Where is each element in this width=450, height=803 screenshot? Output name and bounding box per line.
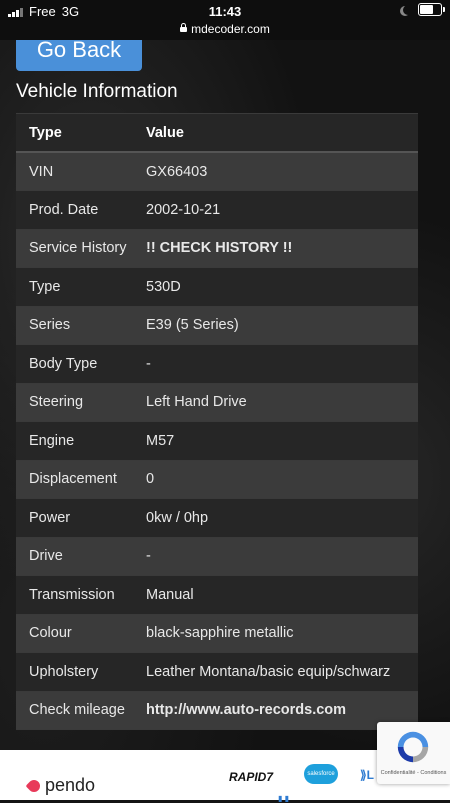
row-type-cell: Power <box>16 498 138 538</box>
table-row: Check mileage http://www.auto-records.com <box>16 690 418 730</box>
row-type-cell: Series <box>16 305 138 345</box>
table-row: VIN GX66403 <box>16 151 418 191</box>
row-value-cell: Leather Montana/basic equip/schwarz <box>138 652 418 692</box>
address-bar[interactable]: mdecoder.com <box>0 22 450 40</box>
row-value-cell: 0 <box>138 459 418 499</box>
table-row: Service History!! CHECK HISTORY !! <box>16 228 418 268</box>
status-time: 11:43 <box>208 4 242 19</box>
table-row: Upholstery Leather Montana/basic equip/sc… <box>16 652 418 692</box>
table-row: Displacement 0 <box>16 459 418 499</box>
row-value-cell: 2002-10-21 <box>138 190 418 230</box>
row-value-cell: E39 (5 Series) <box>138 305 418 345</box>
row-value-cell: - <box>138 344 418 384</box>
check-history-warning: !! CHECK HISTORY !! <box>138 228 418 268</box>
row-value-cell: GX66403 <box>138 151 418 191</box>
battery-icon <box>418 3 445 16</box>
row-value-cell: 530D <box>138 267 418 307</box>
pendo-logo[interactable]: pendo <box>25 775 95 796</box>
row-type-cell: Steering <box>16 382 138 422</box>
column-header-value: Value <box>138 113 418 153</box>
partner-logo-partial: ▮ ▮ <box>278 794 290 803</box>
table-row: Power 0kw / 0hp <box>16 498 418 538</box>
recaptcha-icon <box>397 731 429 763</box>
page-title: Vehicle Information <box>16 81 178 102</box>
row-type-cell: Engine <box>16 421 138 461</box>
row-value-cell: 0kw / 0hp <box>138 498 418 538</box>
row-type-cell: Body Type <box>16 344 138 384</box>
row-value-cell: black-sapphire metallic <box>138 613 418 653</box>
vehicle-info-table: Type Value VIN GX66403 Prod. Date 2002-10-2… <box>16 113 418 730</box>
row-value-cell: M57 <box>138 421 418 461</box>
moon-icon <box>403 5 413 15</box>
row-value-cell: Manual <box>138 575 418 615</box>
row-type-cell: Prod. Date <box>16 190 138 230</box>
table-row: Type 530D <box>16 267 418 307</box>
salesforce-logo[interactable]: salesforce <box>304 764 338 784</box>
table-row: Drive - <box>16 536 418 576</box>
row-type-cell: VIN <box>16 151 138 191</box>
row-type-cell: Displacement <box>16 459 138 499</box>
recaptcha-badge[interactable]: Confidentialité - Conditions <box>377 722 450 784</box>
row-type-cell: Colour <box>16 613 138 653</box>
table-row: Colour black-sapphire metallic <box>16 613 418 653</box>
check-mileage-link[interactable]: http://www.auto-records.com <box>138 690 418 730</box>
table-row: Steering Left Hand Drive <box>16 382 418 422</box>
row-type-cell: Upholstery <box>16 652 138 692</box>
table-header-row: Type Value <box>16 113 418 153</box>
pendo-mark-icon <box>25 777 43 794</box>
table-row: Transmission Manual <box>16 575 418 615</box>
row-type-cell: Type <box>16 267 138 307</box>
row-type-cell: Drive <box>16 536 138 576</box>
url-text: mdecoder.com <box>191 22 270 36</box>
table-row: Series E39 (5 Series) <box>16 305 418 345</box>
recaptcha-text: Confidentialité - Conditions <box>380 770 447 776</box>
rapid7-logo[interactable]: RAPID7 <box>229 770 273 784</box>
column-header-type: Type <box>16 113 138 153</box>
lock-icon <box>180 23 188 32</box>
table-row: Prod. Date 2002-10-21 <box>16 190 418 230</box>
row-type-cell: Check mileage <box>16 690 138 730</box>
row-value-cell: - <box>138 536 418 576</box>
table-row: Engine M57 <box>16 421 418 461</box>
status-bar: Free 3G 11:43 <box>0 0 450 22</box>
partner-logo[interactable]: ⟫L <box>360 768 374 782</box>
row-type-cell: Transmission <box>16 575 138 615</box>
row-value-cell: Left Hand Drive <box>138 382 418 422</box>
row-type-cell: Service History <box>16 228 138 268</box>
table-row: Body Type - <box>16 344 418 384</box>
